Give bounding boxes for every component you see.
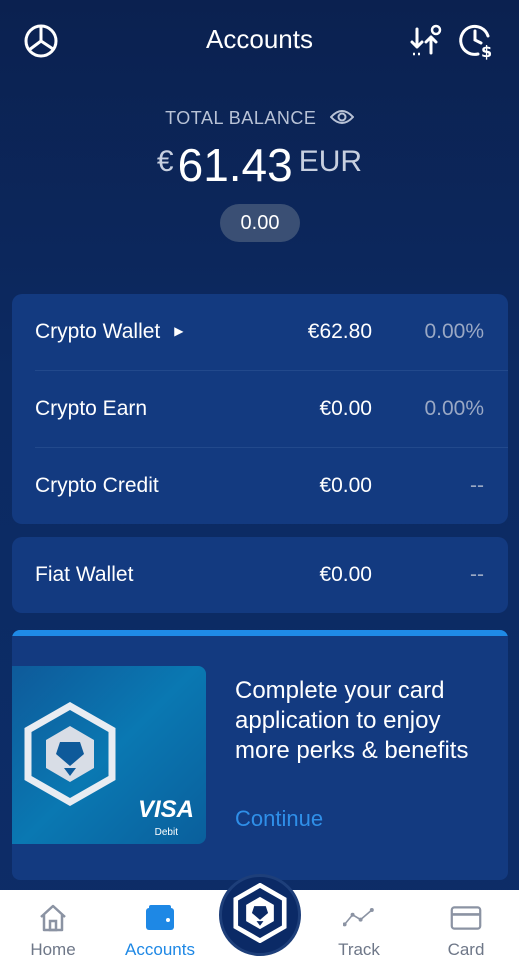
account-change: -- xyxy=(470,474,484,497)
total-balance-text: TOTAL BALANCE xyxy=(165,108,317,128)
account-row-fiat-wallet[interactable]: Fiat Wallet €0.00 -- xyxy=(12,537,508,613)
account-name: Crypto Wallet xyxy=(35,320,161,343)
currency-symbol: € xyxy=(156,145,174,178)
accounts-panel: Crypto Wallet ▶ €62.80 0.00% Crypto Earn … xyxy=(12,294,508,524)
account-row-crypto-credit[interactable]: Crypto Credit €0.00 -- xyxy=(12,448,508,524)
top-bar: Accounts $ xyxy=(0,0,519,84)
tab-home[interactable]: Home xyxy=(3,890,103,960)
balance-amount: 61.43 xyxy=(177,139,293,191)
chart-line-icon xyxy=(343,902,375,934)
card-type: Debit xyxy=(154,827,178,838)
tab-label: Track xyxy=(338,940,380,959)
balance-change-badge: 0.00 xyxy=(220,204,300,242)
continue-link[interactable]: Continue xyxy=(235,806,323,832)
crypto-com-center-button[interactable] xyxy=(219,874,301,956)
card-icon xyxy=(450,902,482,934)
tab-label: Card xyxy=(447,940,485,959)
wallet-icon xyxy=(144,902,176,934)
promo-text: Complete your card application to enjoy … xyxy=(235,677,469,764)
card-brand: VISA xyxy=(137,796,194,823)
account-change: 0.00% xyxy=(424,320,484,343)
caret-right-icon: ▶ xyxy=(174,324,184,338)
total-balance: €61.43 EUR xyxy=(0,138,519,192)
svg-text:$: $ xyxy=(481,42,492,60)
account-row-crypto-wallet[interactable]: Crypto Wallet ▶ €62.80 0.00% xyxy=(12,294,508,370)
eye-icon[interactable] xyxy=(329,109,355,130)
card-promo-banner[interactable]: VISA Debit Complete your card applicatio… xyxy=(12,630,508,880)
account-change: -- xyxy=(470,563,484,586)
tab-track[interactable]: Track xyxy=(309,890,409,960)
account-name: Crypto Credit xyxy=(35,474,159,497)
visa-card-image: VISA Debit xyxy=(12,666,206,844)
transfer-icon[interactable] xyxy=(408,22,446,60)
total-balance-label: TOTAL BALANCE xyxy=(0,108,519,130)
fiat-panel: Fiat Wallet €0.00 -- xyxy=(12,537,508,613)
account-value: €0.00 xyxy=(319,397,372,420)
currency-code: EUR xyxy=(298,145,363,178)
account-value: €0.00 xyxy=(319,563,372,586)
account-value: €62.80 xyxy=(307,320,372,343)
account-name: Crypto Earn xyxy=(35,397,148,420)
tab-card[interactable]: Card xyxy=(416,890,516,960)
crypto-com-logo-icon xyxy=(232,882,288,948)
account-change: 0.00% xyxy=(424,397,484,420)
account-name: Fiat Wallet xyxy=(35,563,134,586)
home-icon xyxy=(37,902,69,934)
account-name-wrap: Crypto Wallet ▶ xyxy=(35,320,184,344)
crypto-com-logo-icon xyxy=(22,701,118,811)
tab-accounts[interactable]: Accounts xyxy=(110,890,210,960)
promo-accent-line xyxy=(12,630,508,636)
tab-label: Accounts xyxy=(125,940,195,959)
tab-label: Home xyxy=(30,940,76,959)
account-row-crypto-earn[interactable]: Crypto Earn €0.00 0.00% xyxy=(12,371,508,447)
history-dollar-icon[interactable]: $ xyxy=(458,22,496,60)
account-value: €0.00 xyxy=(319,474,372,497)
